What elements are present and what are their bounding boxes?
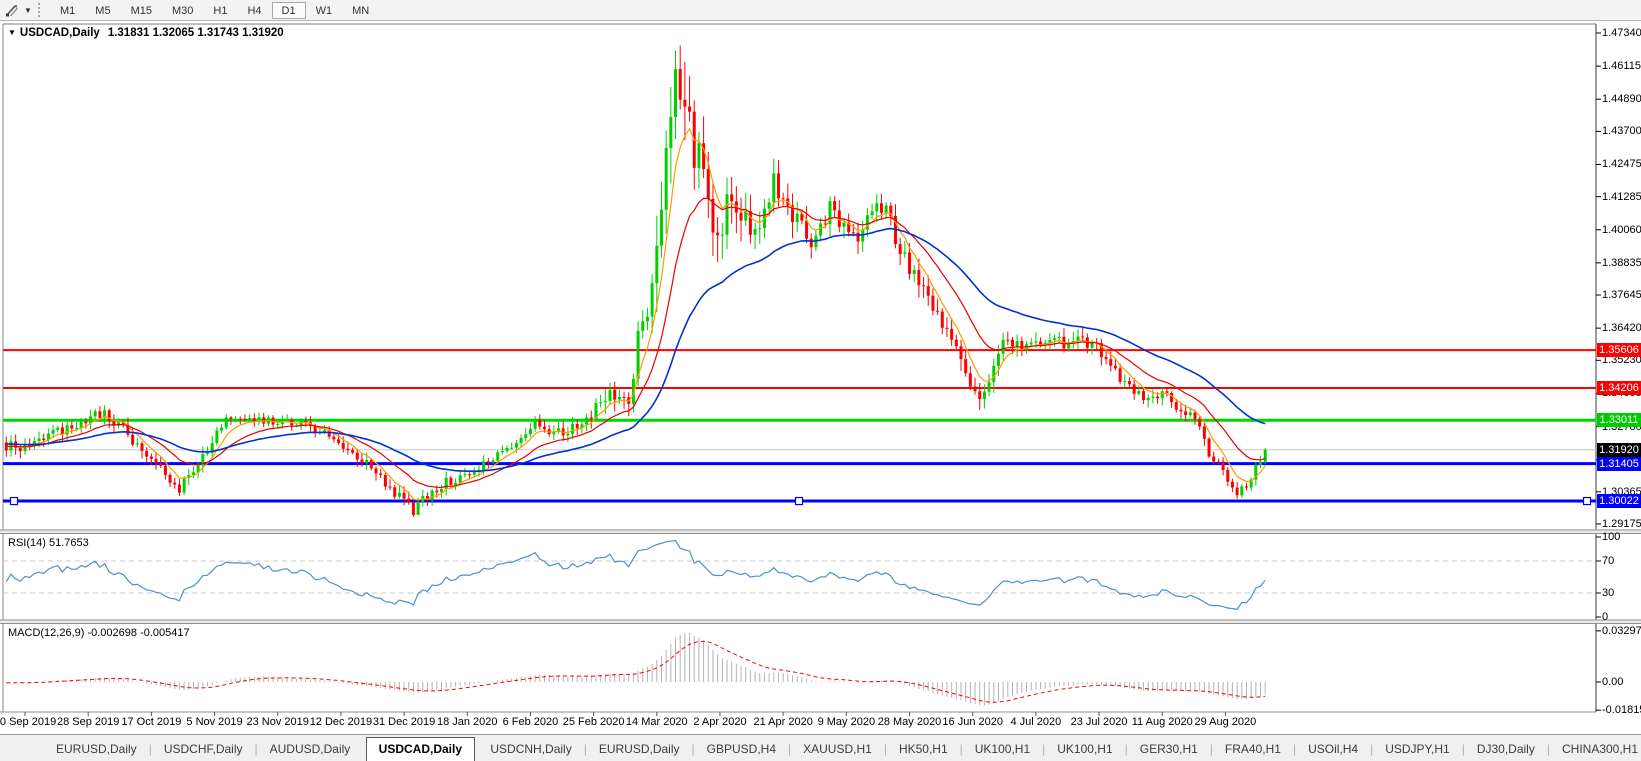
drawing-tool-icon[interactable] <box>2 1 22 19</box>
candlestick-series <box>4 45 1267 517</box>
rsi-scale-label: 70 <box>1602 555 1615 567</box>
rsi-scale-label: 0 <box>1602 611 1609 623</box>
rsi-scale-label: 100 <box>1602 531 1621 543</box>
date-axis-label: 31 Dec 2019 <box>372 716 436 728</box>
tab-2-audusd-daily[interactable]: AUDUSD,Daily <box>258 739 363 761</box>
tab-12-fra40-h1[interactable]: FRA40,H1 <box>1213 739 1293 761</box>
date-axis-label: 28 May 2020 <box>877 716 942 728</box>
ma-line-fast <box>6 127 1266 501</box>
macd-scale-label: -0.018154 <box>1602 704 1641 717</box>
date-axis-label: 21 Apr 2020 <box>753 716 813 728</box>
toolbar-grip <box>38 3 44 17</box>
rsi-panel-graphics <box>3 539 1596 610</box>
date-axis-label: 9 May 2020 <box>817 716 876 728</box>
date-axis-label: 18 Jan 2020 <box>436 716 498 728</box>
chart-symbol-label: USDCAD,Daily <box>19 27 100 39</box>
date-axis-label: 23 Nov 2019 <box>246 716 309 728</box>
price-level-badge-1.31920: 1.31920 <box>1597 442 1641 457</box>
date-axis-label: 28 Sep 2019 <box>56 716 120 728</box>
date-axis-label: 11 Aug 2020 <box>1131 716 1193 728</box>
level-selection-handle[interactable] <box>9 496 19 506</box>
macd-scale-label: 0.00 <box>1602 676 1624 688</box>
price-axis-label: 1.44890 <box>1602 93 1641 106</box>
date-axis-label: 25 Feb 2020 <box>562 716 625 728</box>
date-axis-label: 29 Aug 2020 <box>1194 716 1257 728</box>
price-axis-label: 1.43700 <box>1602 125 1641 138</box>
tab-0-eurusd-daily[interactable]: EURUSD,Daily <box>44 739 149 761</box>
timeframe-toolbar: M1 M5 M15 M30 H1 H4 D1 W1 MN <box>50 1 379 19</box>
chart-title: ▼ USDCAD,Daily 1.31831 1.32065 1.31743 1.3… <box>8 27 284 39</box>
tab-10-uk100-h1[interactable]: UK100,H1 <box>1045 739 1124 761</box>
date-axis-label: 10 Sep 2019 <box>0 716 57 728</box>
rsi-indicator-label: RSI(14) 51.7653 <box>8 537 89 549</box>
date-axis-label: 5 Nov 2019 <box>186 716 243 728</box>
axis-ticks <box>24 32 1601 716</box>
chart-window: ▼ USDCAD,Daily 1.31831 1.32065 1.31743 1.3… <box>0 0 1641 761</box>
date-axis-label: 2 Apr 2020 <box>693 716 747 728</box>
price-level-badge-1.35606: 1.35606 <box>1597 343 1641 358</box>
tab-16-china300-h1[interactable]: CHINA300,H1 <box>1550 739 1641 761</box>
symbol-dropdown-caret[interactable]: ▼ <box>8 28 16 37</box>
tab-15-dj30-daily[interactable]: DJ30,Daily <box>1465 739 1547 761</box>
ma-line-medium <box>6 197 1266 489</box>
price-axis-label: 1.40060 <box>1602 223 1641 236</box>
tab-7-xauusd-h1[interactable]: XAUUSD,H1 <box>791 739 884 761</box>
price-axis-label: 1.37645 <box>1602 289 1641 302</box>
timeframe-button-d1[interactable]: D1 <box>271 1 306 19</box>
tab-1-usdchf-daily[interactable]: USDCHF,Daily <box>152 739 255 761</box>
tab-14-usdjpy-h1[interactable]: USDJPY,H1 <box>1373 739 1461 761</box>
drawing-tool-dropdown-caret[interactable]: ▼ <box>22 6 34 15</box>
date-axis-label: 17 Oct 2019 <box>121 716 182 728</box>
date-axis-label: 6 Feb 2020 <box>502 716 559 728</box>
macd-scale-label: 0.032972 <box>1602 624 1641 637</box>
rsi-scale-label: 30 <box>1602 587 1615 599</box>
macd-panel-graphics <box>5 632 1266 706</box>
date-axis-label: 12 Dec 2019 <box>309 716 373 728</box>
tab-13-usoil-h4[interactable]: USOil,H4 <box>1296 739 1370 761</box>
moving-averages <box>6 127 1266 501</box>
timeframe-button-w1[interactable]: W1 <box>306 2 343 19</box>
tab-5-eurusd-daily[interactable]: EURUSD,Daily <box>587 739 692 761</box>
chart-ohlc-values: 1.31831 1.32065 1.31743 1.31920 <box>107 27 284 39</box>
price-axis-label: 1.36420 <box>1602 322 1641 335</box>
price-axis-label: 1.41285 <box>1602 190 1641 203</box>
price-axis-label: 1.47340 <box>1602 27 1641 39</box>
timeframe-button-m5[interactable]: M5 <box>85 2 120 19</box>
price-level-badge-1.30022: 1.30022 <box>1597 494 1641 509</box>
price-axis-label: 1.29175 <box>1602 517 1641 530</box>
timeframe-button-m15[interactable]: M15 <box>121 2 162 19</box>
chart-canvas[interactable] <box>0 0 1641 761</box>
date-axis-label: 14 Mar 2020 <box>625 716 688 728</box>
tab-11-ger30-h1[interactable]: GER30,H1 <box>1128 739 1210 761</box>
horizontal-level-lines <box>3 349 1596 506</box>
timeframe-button-m30[interactable]: M30 <box>162 2 203 19</box>
tab-9-uk100-h1[interactable]: UK100,H1 <box>963 739 1042 761</box>
price-level-badge-1.31405: 1.31405 <box>1597 456 1641 471</box>
price-axis-label: 1.46115 <box>1602 60 1641 73</box>
macd-indicator-label: MACD(12,26,9) -0.002698 -0.005417 <box>8 627 190 639</box>
timeframe-button-h1[interactable]: H1 <box>203 2 237 19</box>
price-level-badge-1.33011: 1.33011 <box>1597 413 1641 428</box>
tab-6-gbpusd-h4[interactable]: GBPUSD,H4 <box>695 739 788 761</box>
date-axis-label: 4 Jul 2020 <box>1010 716 1062 728</box>
level-selection-handle[interactable] <box>794 496 804 506</box>
panel-frames <box>0 23 1641 713</box>
tab-8-hk50-h1[interactable]: HK50,H1 <box>887 739 960 761</box>
tab-3-usdcad-daily[interactable]: USDCAD,Daily <box>365 737 476 761</box>
timeframe-button-m1[interactable]: M1 <box>50 2 85 19</box>
timeframe-button-h4[interactable]: H4 <box>237 2 271 19</box>
price-axis-label: 1.38835 <box>1602 256 1641 269</box>
top-toolbar: ▼ M1 M5 M15 M30 H1 H4 D1 W1 MN <box>0 0 1641 21</box>
date-axis-label: 23 Jul 2020 <box>1070 716 1128 728</box>
rsi-line <box>5 539 1266 610</box>
tabs-holder: EURUSD,Daily | USDCHF,Daily | AUDUSD,Daily U… <box>44 737 1641 761</box>
chart-tab-bar: EURUSD,Daily | USDCHF,Daily | AUDUSD,Daily U… <box>0 734 1641 761</box>
date-axis-label: 16 Jun 2020 <box>942 716 1003 728</box>
tab-4-usdcnh-daily[interactable]: USDCNH,Daily <box>478 739 583 761</box>
price-axis-label: 1.42475 <box>1602 158 1641 171</box>
level-selection-handle[interactable] <box>1582 496 1592 506</box>
timeframe-button-mn[interactable]: MN <box>342 2 379 19</box>
price-level-badge-1.34206: 1.34206 <box>1597 380 1641 395</box>
macd-signal-line <box>6 640 1266 703</box>
